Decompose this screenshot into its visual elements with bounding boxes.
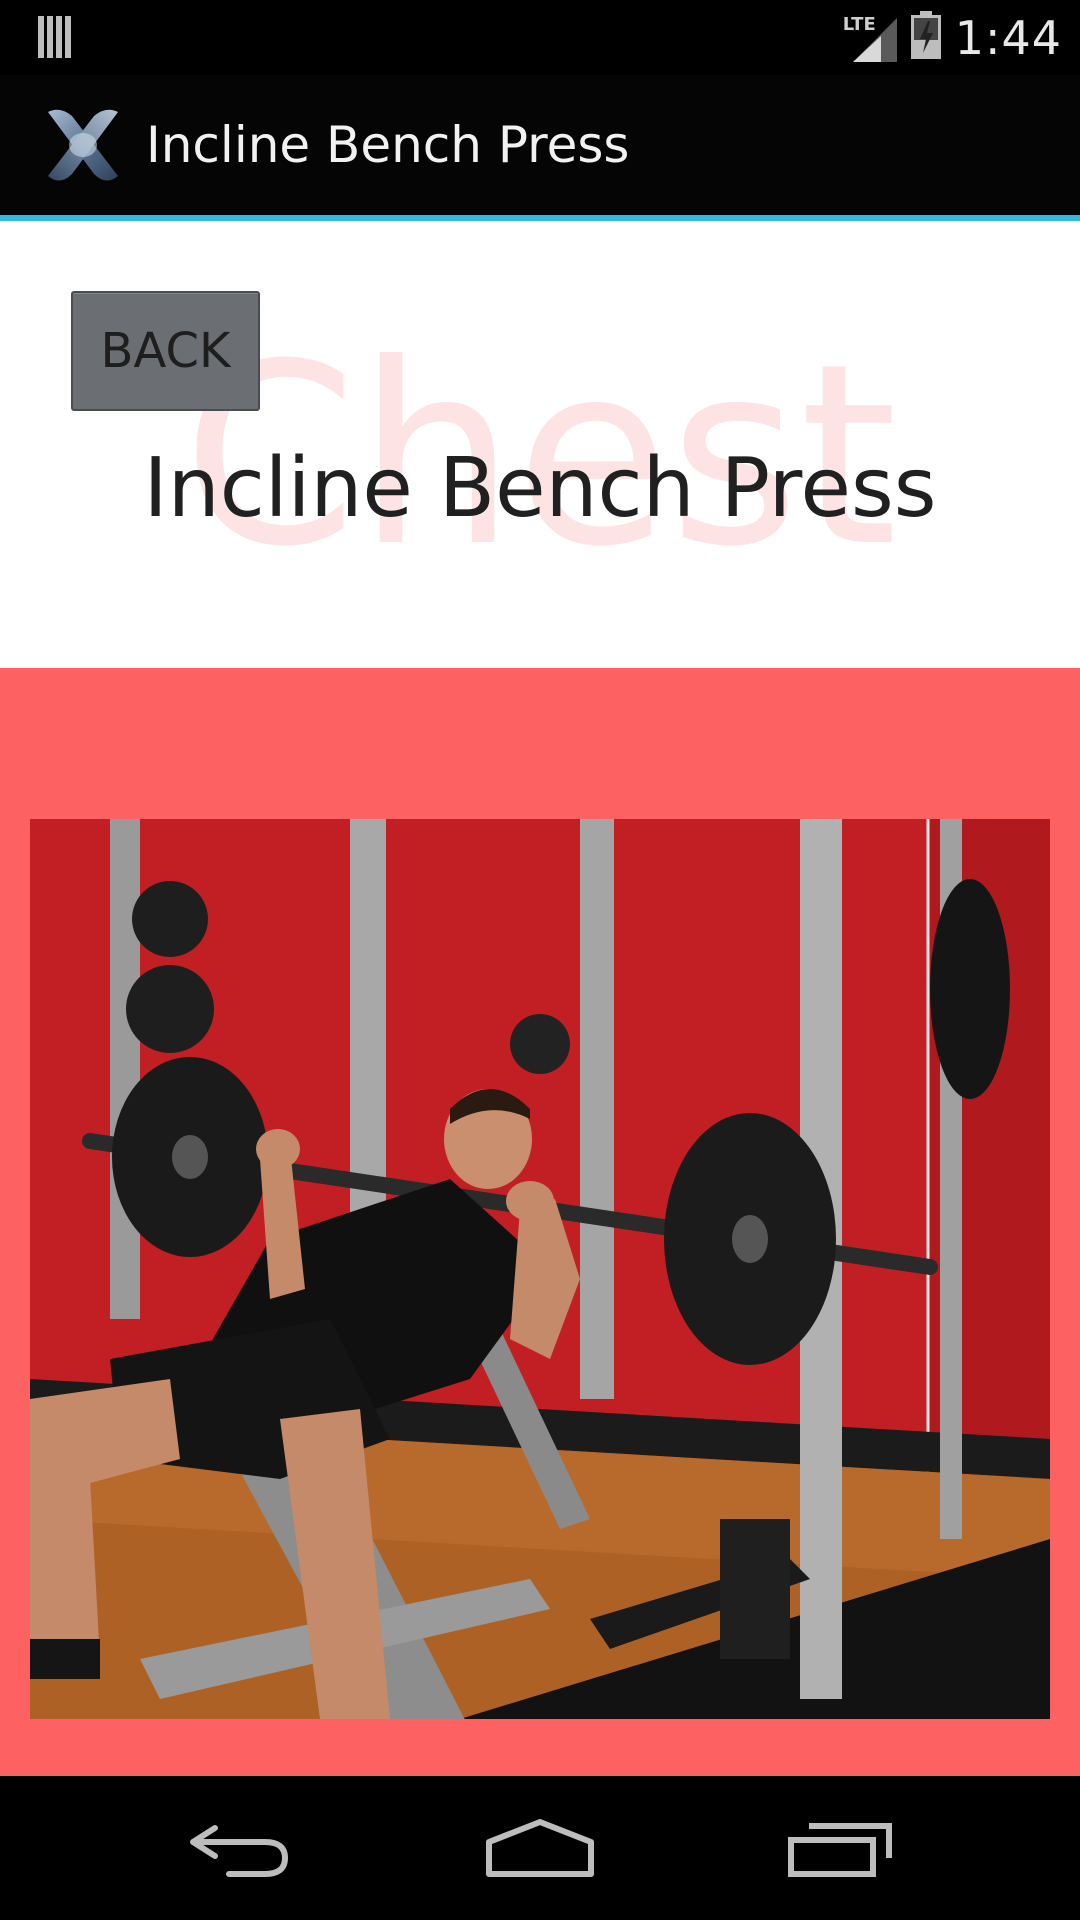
exercise-title: Incline Bench Press	[143, 441, 937, 536]
back-icon[interactable]	[180, 1802, 300, 1894]
app-x-logo-icon[interactable]	[40, 102, 126, 188]
navigation-bar	[0, 1776, 1080, 1920]
image-panel	[0, 668, 1080, 1776]
lte-signal-icon: LTE	[843, 14, 897, 62]
clock: 1:44	[954, 10, 1062, 65]
incline-bench-press-photo	[30, 819, 1050, 1719]
action-bar: Incline Bench Press	[0, 75, 1080, 215]
header-area: Chest BACK Incline Bench Press	[0, 221, 1080, 668]
battery-charging-icon	[910, 11, 941, 64]
status-icons: LTE 1:44	[843, 0, 1062, 75]
back-button[interactable]: BACK	[71, 291, 260, 411]
recent-apps-icon[interactable]	[780, 1802, 900, 1894]
status-bar: LTE 1:44	[0, 0, 1080, 75]
action-bar-title: Incline Bench Press	[146, 116, 630, 174]
home-icon[interactable]	[480, 1802, 600, 1894]
notification-bars-icon	[38, 16, 74, 63]
screen: LTE 1:44 Incline Bench Press Chest BACK …	[0, 0, 1080, 1920]
